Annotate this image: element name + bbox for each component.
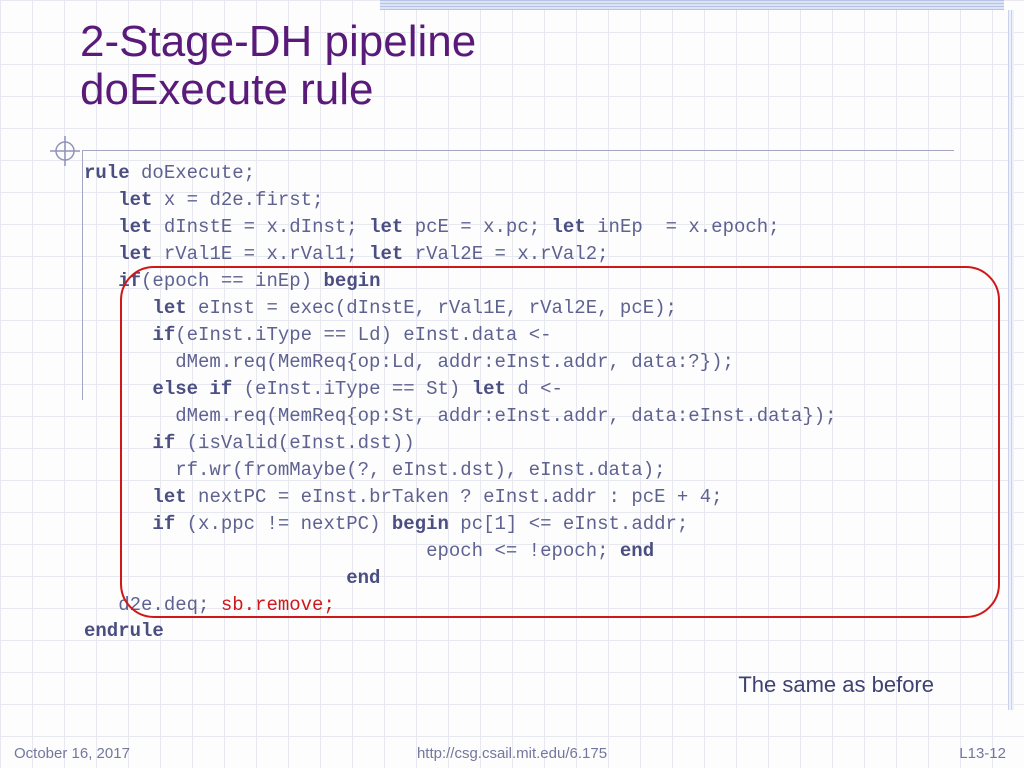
crosshair-icon — [50, 136, 80, 166]
kw-let: let — [118, 216, 152, 238]
title-line-1: 2-Stage-DH pipeline — [80, 17, 476, 66]
slide-footer: October 16, 2017 http://csg.csail.mit.ed… — [0, 740, 1024, 768]
code-text: inEp = x.epoch; — [586, 216, 780, 238]
title-vertical-line — [82, 150, 83, 400]
code-text: d <- — [506, 378, 563, 400]
code-text: (epoch == inEp) — [141, 270, 323, 292]
kw-end: end — [620, 540, 654, 562]
kw-if: if — [152, 324, 175, 346]
title-underline — [82, 150, 954, 151]
code-text: dMem.req(MemReq{op:Ld, addr:eInst.addr, … — [175, 351, 734, 373]
footer-url: http://csg.csail.mit.edu/6.175 — [0, 745, 1024, 762]
kw-endrule: endrule — [84, 620, 164, 642]
code-text: (eInst.iType == Ld) eInst.data <- — [175, 324, 551, 346]
code-highlight-red: sb.remove; — [221, 594, 335, 616]
kw-let: let — [118, 189, 152, 211]
code-text: doExecute; — [130, 162, 255, 184]
kw-rule: rule — [84, 162, 130, 184]
annotation-note: The same as before — [738, 672, 934, 698]
code-text: nextPC = eInst.brTaken ? eInst.addr : pc… — [187, 486, 723, 508]
kw-let: let — [369, 243, 403, 265]
kw-if: if — [118, 270, 141, 292]
kw-let: let — [552, 216, 586, 238]
code-text: pc[1] <= eInst.addr; — [449, 513, 688, 535]
kw-if: if — [152, 513, 175, 535]
footer-page-number: L13-12 — [959, 745, 1006, 762]
right-decoration-bar — [1008, 10, 1014, 710]
kw-let: let — [118, 243, 152, 265]
code-text: epoch <= !epoch; — [426, 540, 620, 562]
code-text: dMem.req(MemReq{op:St, addr:eInst.addr, … — [175, 405, 836, 427]
kw-let: let — [152, 486, 186, 508]
code-text: rVal2E = x.rVal2; — [403, 243, 608, 265]
kw-end: end — [346, 567, 380, 589]
code-text: rVal1E = x.rVal1; — [152, 243, 369, 265]
title-line-2: doExecute rule — [80, 65, 374, 114]
code-block: rule doExecute; let x = d2e.first; let d… — [84, 160, 837, 645]
kw-let: let — [472, 378, 506, 400]
top-decoration-bar — [380, 0, 1004, 10]
kw-if: if — [152, 432, 175, 454]
code-text: (eInst.iType == St) — [232, 378, 471, 400]
code-text: rf.wr(fromMaybe(?, eInst.dst), eInst.dat… — [175, 459, 665, 481]
code-text: d2e.deq; — [118, 594, 221, 616]
slide-title: 2-Stage-DH pipeline doExecute rule — [80, 18, 994, 113]
kw-let: let — [369, 216, 403, 238]
code-text: eInst = exec(dInstE, rVal1E, rVal2E, pcE… — [187, 297, 677, 319]
kw-let: let — [152, 297, 186, 319]
slide-body: 2-Stage-DH pipeline doExecute rule rule … — [20, 18, 994, 740]
code-text: dInstE = x.dInst; — [152, 216, 369, 238]
code-text: x = d2e.first; — [152, 189, 323, 211]
kw-begin: begin — [392, 513, 449, 535]
code-text: pcE = x.pc; — [403, 216, 551, 238]
kw-begin: begin — [323, 270, 380, 292]
kw-else-if: else if — [152, 378, 232, 400]
code-text: (x.ppc != nextPC) — [175, 513, 392, 535]
code-text: (isValid(eInst.dst)) — [175, 432, 414, 454]
